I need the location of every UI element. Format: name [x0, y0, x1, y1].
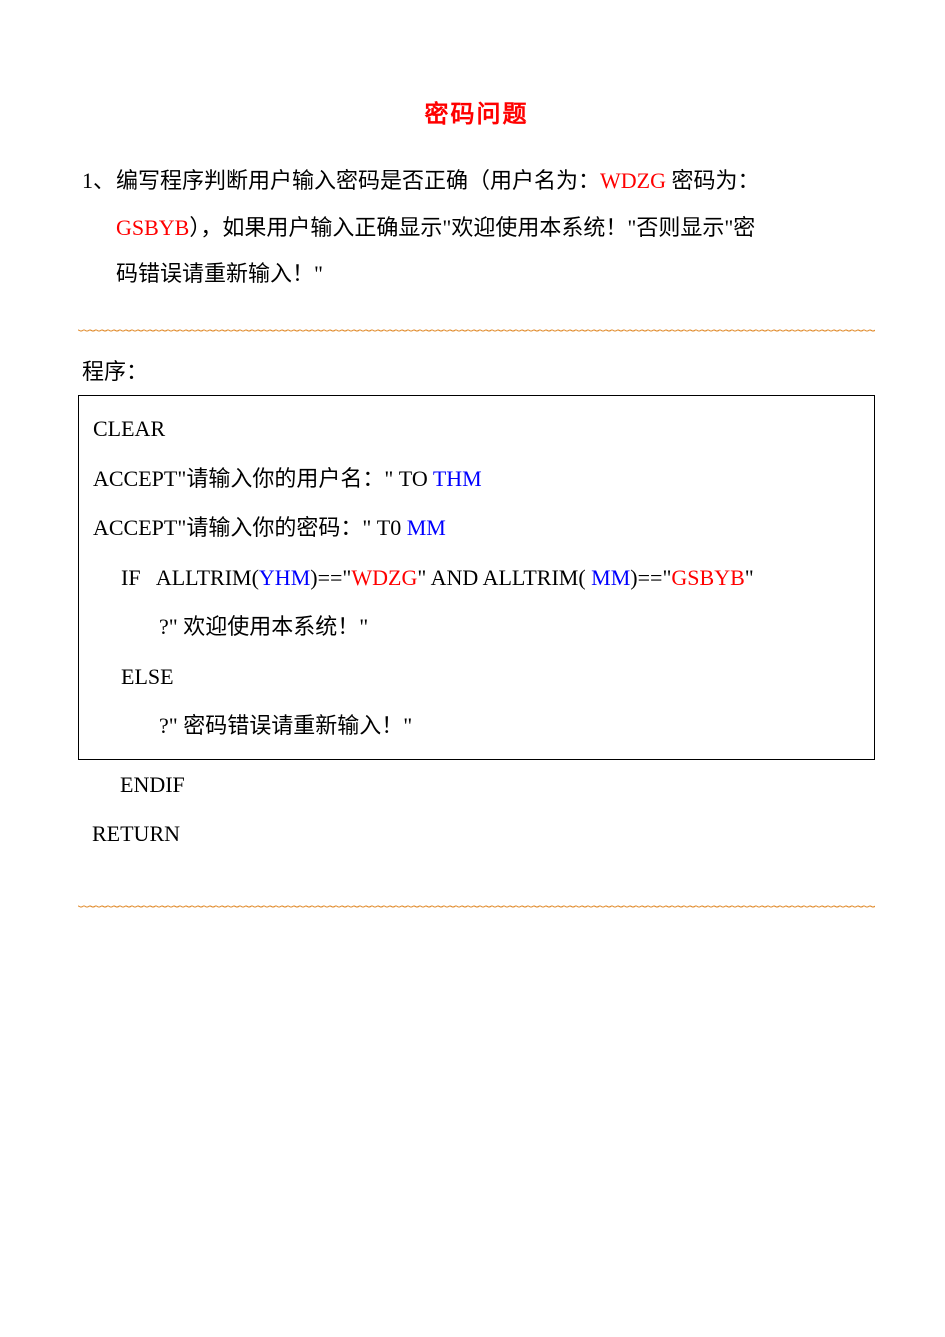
- code-line: IF ALLTRIM(YHM)=="WDZG" AND ALLTRIM( MM)…: [79, 553, 874, 603]
- code-text: CLEAR: [93, 416, 165, 441]
- username-value: WDZG: [600, 168, 666, 193]
- text: 密码为：: [666, 168, 760, 193]
- code-line: ?" 欢迎使用本系统！": [79, 602, 874, 652]
- code-text: )==": [310, 565, 351, 590]
- problem-line-3: 码错误请重新输入！": [82, 251, 871, 297]
- wave-divider: ﹏﹏﹏﹏﹏﹏﹏﹏﹏﹏﹏﹏﹏﹏﹏﹏﹏﹏﹏﹏﹏﹏﹏﹏﹏﹏﹏﹏﹏﹏﹏﹏﹏﹏﹏﹏﹏﹏﹏﹏…: [78, 885, 875, 915]
- code-line: ENDIF: [78, 760, 875, 810]
- code-line: ACCEPT"请输入你的密码：" T0 MM: [79, 503, 874, 553]
- variable: THM: [433, 466, 482, 491]
- code-line: ?" 密码错误请重新输入！": [79, 701, 874, 751]
- code-text: ENDIF: [120, 772, 185, 797]
- code-line: ACCEPT"请输入你的用户名：" TO THM: [79, 454, 874, 504]
- code-line: RETURN: [78, 809, 875, 859]
- text: 编写程序判断用户输入密码是否正确（用户名为：: [116, 168, 600, 193]
- document-title: 密码问题: [78, 90, 875, 140]
- problem-line-2: GSBYB），如果用户输入正确显示"欢迎使用本系统！"否则显示"密: [82, 205, 871, 251]
- code-text: ?" 欢迎使用本系统！": [159, 614, 368, 639]
- document-page: 密码问题 1、编写程序判断用户输入密码是否正确（用户名为：WDZG 密码为： G…: [0, 0, 945, 985]
- variable: MM: [407, 515, 446, 540]
- text: ），如果用户输入正确显示"欢迎使用本系统！"否则显示"密: [189, 215, 755, 240]
- code-text: ACCEPT"请输入你的密码：" T0: [93, 515, 407, 540]
- wave-divider: ﹏﹏﹏﹏﹏﹏﹏﹏﹏﹏﹏﹏﹏﹏﹏﹏﹏﹏﹏﹏﹏﹏﹏﹏﹏﹏﹏﹏﹏﹏﹏﹏﹏﹏﹏﹏﹏﹏﹏﹏…: [78, 309, 875, 339]
- code-text: ?" 密码错误请重新输入！": [159, 713, 412, 738]
- code-text: )==": [630, 565, 671, 590]
- literal: WDZG: [351, 565, 417, 590]
- problem-number: 1、: [82, 158, 116, 204]
- problem-line-1: 1、编写程序判断用户输入密码是否正确（用户名为：WDZG 密码为：: [82, 158, 871, 204]
- code-line: CLEAR: [79, 404, 874, 454]
- password-value: GSBYB: [116, 215, 189, 240]
- variable: YHM: [259, 565, 310, 590]
- code-line: ELSE: [79, 652, 874, 702]
- code-text: ACCEPT"请输入你的用户名：" TO: [93, 466, 433, 491]
- code-text: " AND ALLTRIM(: [417, 565, 591, 590]
- problem-statement: 1、编写程序判断用户输入密码是否正确（用户名为：WDZG 密码为： GSBYB）…: [82, 158, 871, 297]
- text: 码错误请重新输入！": [116, 261, 323, 286]
- variable: MM: [591, 565, 630, 590]
- code-text: ELSE: [121, 664, 174, 689]
- program-label: 程序：: [82, 349, 875, 395]
- code-box: CLEAR ACCEPT"请输入你的用户名：" TO THM ACCEPT"请输…: [78, 395, 875, 760]
- literal: GSBYB: [671, 565, 744, 590]
- code-text: IF ALLTRIM(: [121, 565, 259, 590]
- code-text: RETURN: [92, 821, 180, 846]
- code-text: ": [745, 565, 754, 590]
